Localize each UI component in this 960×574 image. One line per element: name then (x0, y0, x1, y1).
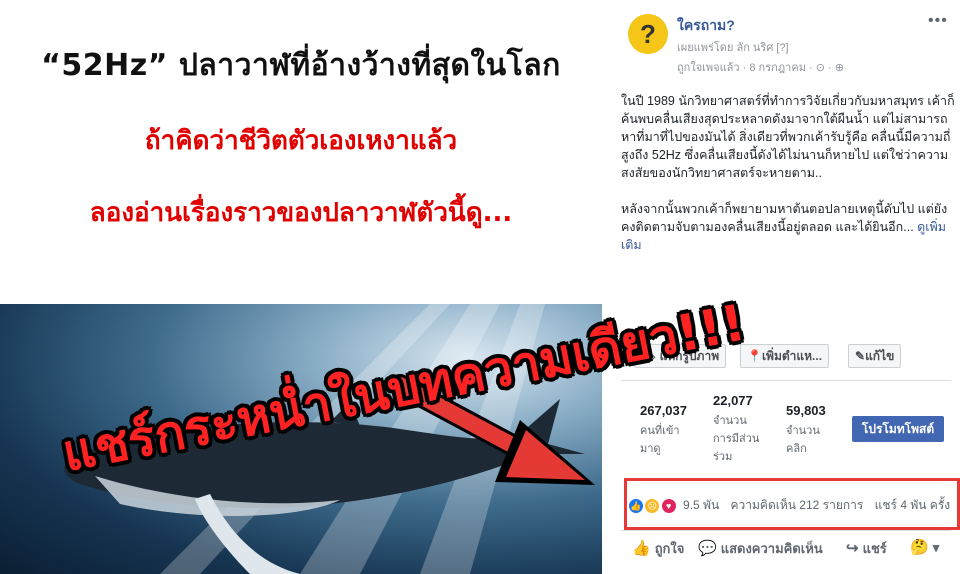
post-paragraph: หลังจากนั้นพวกเค้าก็พยายามหาต้นตอปลายเหต… (621, 200, 955, 254)
like-label: ถูกใจ (654, 541, 685, 556)
post-as-selector[interactable]: 🤔 ▾ (910, 538, 939, 556)
stat-clicks: 59,803 จำนวน คลิก (786, 402, 826, 458)
stat-reach-label: มาดู (640, 443, 661, 455)
post-publisher: เผยแพร่โดย ลัก นริศ [?] (677, 42, 789, 54)
comment-label: แสดงความคิดเห็น (720, 541, 823, 556)
image-headline-subtitle-2: ลองอ่านเรื่องราวของปลาวาฬตัวนี้ดู... (89, 198, 513, 228)
stat-reach-number: 267,037 (640, 403, 687, 418)
sad-icon: ☹ (644, 497, 661, 514)
stat-engagement-label: จำนวน (713, 415, 747, 427)
add-location-label: เพิ่มตำแห... (761, 349, 823, 363)
divider (621, 530, 951, 531)
divider (621, 380, 951, 381)
promote-post-button[interactable]: โปรโมทโพสต์ (852, 416, 944, 442)
post-date: ถูกใจเพจแล้ว · 8 กรกฎาคม · ⊙ · ⊕ (677, 62, 844, 74)
page-name-link[interactable]: ใครถาม? (677, 15, 735, 37)
share-arrow-icon: ↪ (846, 540, 859, 557)
stat-engagement-label: การมีส่วน (713, 433, 760, 445)
pencil-icon: ✎ (855, 349, 866, 363)
page-avatar-small-icon: 🤔 (910, 539, 929, 556)
image-headline-title: “52Hz” ปลาวาฬที่อ้างว้างที่สุดในโลก (41, 48, 561, 83)
reactions-summary[interactable]: 👍 ☹ ♥ 9.5 พัน ความคิดเห็น 212 รายการ แชร… (628, 496, 950, 515)
share-count[interactable]: แชร์ 4 พัน ครั้ง (875, 498, 950, 512)
stat-reach: 267,037 คนที่เข้า มาดู (640, 402, 687, 458)
like-icon: 👍 (628, 497, 644, 514)
chevron-down-icon: ▾ (932, 540, 940, 555)
stat-engagement-number: 22,077 (713, 393, 753, 408)
add-location-button[interactable]: 📍เพิ่มตำแห... (740, 344, 830, 368)
page-avatar[interactable]: ? (628, 14, 668, 54)
share-label: แชร์ (862, 541, 887, 556)
image-headline-subtitle-1: ถ้าคิดว่าชีวิตตัวเองเหงาแล้ว (144, 126, 458, 156)
love-icon: ♥ (660, 497, 677, 514)
stat-clicks-label: จำนวน (786, 425, 820, 437)
stat-engagement-label: ร่วม (713, 451, 733, 463)
post-body: ในปี 1989 นักวิทยาศาสตร์ที่ทำการวิจัยเกี… (621, 92, 955, 272)
question-face-icon: ? (640, 19, 656, 49)
stat-reach-label: คนที่เข้า (640, 425, 680, 437)
post-panel: ? ใครถาม? ••• เผยแพร่โดย ลัก นริศ [?] ถู… (610, 0, 960, 574)
post-paragraph-text: หลังจากนั้นพวกเค้าก็พยายามหาต้นตอปลายเหต… (621, 202, 948, 234)
edit-button[interactable]: ✎แก้ไข (848, 344, 902, 368)
comment-count[interactable]: ความคิดเห็น 212 รายการ (731, 498, 864, 512)
comment-button[interactable]: 💬 แสดงความคิดเห็น (698, 538, 823, 559)
stat-clicks-label: คลิก (786, 443, 807, 455)
like-button[interactable]: 👍 ถูกใจ (632, 538, 684, 559)
speech-bubble-icon: 💬 (698, 540, 717, 557)
edit-label: แก้ไข (865, 349, 895, 363)
stat-engagement: 22,077 จำนวน การมีส่วน ร่วม (713, 392, 759, 466)
more-options-button[interactable]: ••• (928, 12, 948, 30)
thumbs-up-icon: 👍 (632, 540, 651, 557)
stat-clicks-number: 59,803 (786, 403, 826, 418)
reaction-count[interactable]: 9.5 พัน (683, 498, 719, 512)
post-paragraph: ในปี 1989 นักวิทยาศาสตร์ที่ทำการวิจัยเกี… (621, 94, 955, 180)
share-button[interactable]: ↪ แชร์ (846, 538, 887, 559)
